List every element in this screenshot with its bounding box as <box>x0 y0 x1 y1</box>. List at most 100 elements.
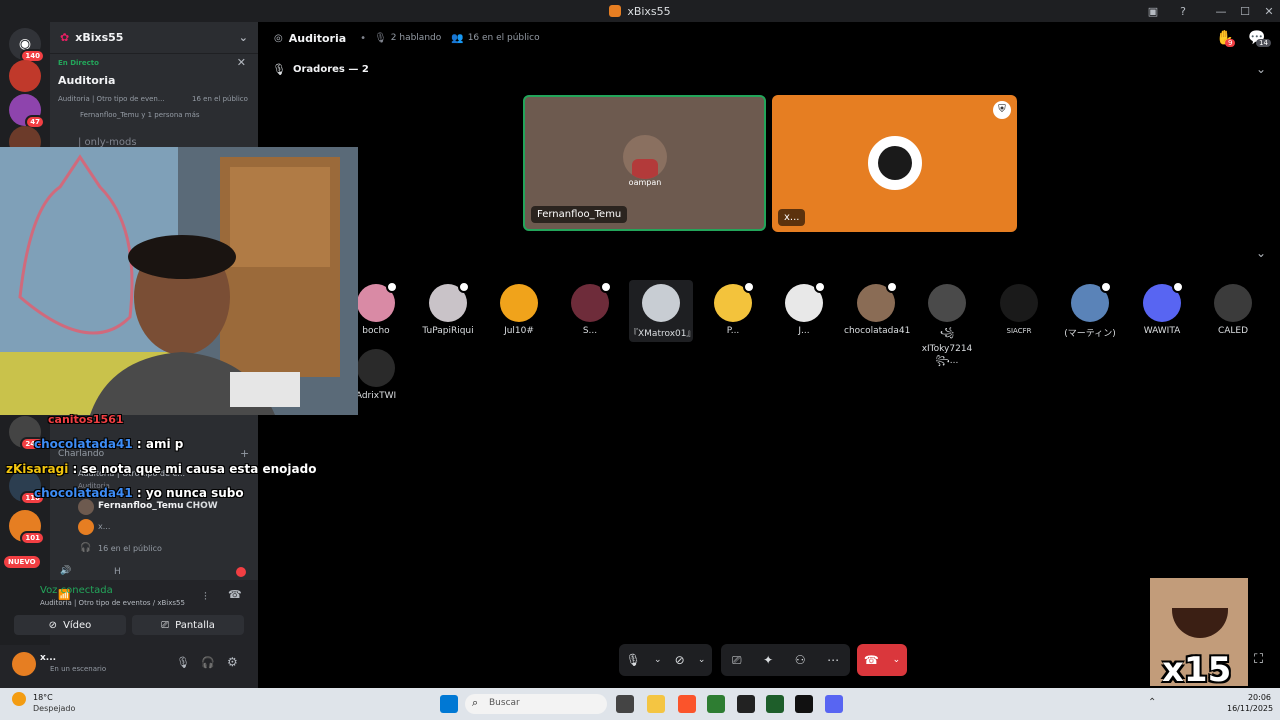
audience-member[interactable]: J... <box>772 281 836 336</box>
avatar <box>928 284 966 322</box>
audience-name: CALED <box>1217 326 1249 336</box>
server-icon[interactable] <box>9 60 41 92</box>
audience-member[interactable]: TuPapiRiqui <box>416 281 480 336</box>
gear-icon[interactable]: ⚙ <box>227 655 238 669</box>
moderator-icon <box>1172 281 1184 293</box>
live-event-card[interactable]: En Directo ✕ Auditoria Auditoria | Otro … <box>52 54 256 126</box>
audience-member[interactable]: (マーティン) <box>1058 281 1122 339</box>
moderator-icon <box>743 281 755 293</box>
file-explorer-icon[interactable] <box>647 695 665 713</box>
maximize-button[interactable]: ☐ <box>1232 0 1258 22</box>
invite-icon[interactable]: ⚇ <box>795 653 806 667</box>
stage-channel-name: Auditoria <box>288 31 347 45</box>
obs-icon[interactable] <box>737 695 755 713</box>
camera-off-icon[interactable]: ⊘ <box>675 653 685 667</box>
speakers-header: Oradores — 2 <box>293 64 369 75</box>
audience-name: S... <box>582 326 598 336</box>
headphones-icon: 🎧 <box>80 543 92 553</box>
audience-member[interactable]: P... <box>701 281 765 336</box>
audience-member[interactable]: chocolatada41 <box>844 281 910 336</box>
notification-badge: 14 <box>1256 39 1271 47</box>
voice-user-name[interactable]: x... <box>98 522 110 531</box>
avatar <box>642 284 680 322</box>
audience-name: 『XMatrox01』 <box>629 329 696 339</box>
chevron-down-icon[interactable]: ⌄ <box>654 655 662 665</box>
camera-off-icon: ⊘ <box>48 619 58 631</box>
server-boost-icon: ✿ <box>60 31 70 44</box>
activity-icon[interactable]: ✦ <box>763 653 773 667</box>
notification-badge: 101 <box>20 531 45 545</box>
windows-start-icon[interactable] <box>440 695 458 713</box>
audience-member[interactable]: SIACFR <box>987 284 1051 336</box>
xbox-icon[interactable] <box>766 695 784 713</box>
audience-member[interactable]: ꧁xIToky7214꧂... <box>915 284 979 372</box>
help-icon[interactable]: ? <box>1170 0 1196 22</box>
audience-member[interactable]: Jul10# <box>487 284 551 336</box>
microphone-icon[interactable]: 🎙 <box>626 653 641 667</box>
chat-user: chocolatada41 <box>34 486 133 500</box>
audience-member[interactable]: WAWITA <box>1130 281 1194 336</box>
headphones-icon[interactable]: 🎧 <box>201 656 215 669</box>
chevron-down-icon[interactable]: ⌄ <box>698 655 706 665</box>
server-icon[interactable]: 101 <box>9 510 45 545</box>
chevron-up-icon[interactable]: ⌃ <box>1148 697 1156 708</box>
clock-date[interactable]: 16/11/2025 <box>1227 704 1273 713</box>
disconnect-icon[interactable]: ☎ <box>228 588 242 601</box>
discord-home-icon[interactable]: ◉ 140 <box>9 28 45 63</box>
search-box[interactable] <box>465 694 607 714</box>
voice-detail[interactable]: Auditoria | Otro tipo de eventos / xBixs… <box>40 599 185 607</box>
avatar[interactable] <box>12 652 36 676</box>
close-icon[interactable]: ✕ <box>237 56 246 69</box>
noise-suppression-icon[interactable]: ⫶ <box>204 590 207 604</box>
microphone-icon[interactable]: 🎙 <box>176 656 190 669</box>
more-options-icon[interactable]: ⋯ <box>827 653 839 667</box>
audience-name: SIACFR <box>1006 327 1032 335</box>
app-avatar-icon <box>609 5 622 17</box>
window-title: xBixs55 <box>627 4 671 18</box>
audience-member[interactable]: S... <box>558 281 622 336</box>
leave-stage-button[interactable]: ☎ ⌄ <box>857 644 907 676</box>
speaker-tile[interactable]: ⛨ x... <box>772 95 1017 232</box>
channel-row[interactable]: H <box>114 567 121 577</box>
weather-icon[interactable] <box>12 692 26 706</box>
video-button-label: Vídeo <box>63 619 92 631</box>
chat-text: : yo nunca subo <box>132 486 244 500</box>
video-button[interactable]: ⊘ Vídeo <box>14 615 126 635</box>
clock-time[interactable]: 20:06 <box>1247 693 1271 702</box>
server-header[interactable]: ✿ xBixs55 ⌄ <box>50 22 258 54</box>
user-name: x... <box>40 653 57 663</box>
brave-browser-icon[interactable] <box>678 695 696 713</box>
chevron-down-icon[interactable]: ⌄ <box>1256 246 1266 260</box>
chevron-down-icon[interactable]: ⌄ <box>1256 62 1266 76</box>
avatar <box>785 281 826 322</box>
chat-message: zKisaragi : se nota que mi causa esta en… <box>6 462 316 476</box>
add-channel-icon[interactable]: + <box>240 447 249 460</box>
avatar <box>357 281 398 322</box>
close-window-button[interactable]: ✕ <box>1256 0 1280 22</box>
reaction-overlay: x15 <box>1150 578 1248 686</box>
avatar <box>1000 284 1038 322</box>
screen-share-button[interactable]: ⎚ Pantalla <box>132 615 244 635</box>
search-placeholder: Buscar <box>489 698 520 708</box>
speaker-name: x... <box>778 209 806 226</box>
nvidia-icon[interactable] <box>795 695 813 713</box>
audience-member[interactable]: 『XMatrox01』 <box>629 280 696 342</box>
audience-name: AdrixTWI <box>355 391 397 401</box>
inbox-icon[interactable]: ▣ <box>1140 0 1166 22</box>
screen-share-icon[interactable]: ⎚ <box>732 653 742 668</box>
screen-share-label: Pantalla <box>175 619 215 631</box>
fullscreen-icon[interactable]: ⛶ <box>1254 652 1263 667</box>
microphone-icon: 🎙 <box>374 32 387 44</box>
moderator-icon <box>814 281 826 293</box>
server-icon[interactable]: 47 <box>9 94 45 129</box>
avatar <box>571 281 612 322</box>
voice-user-name[interactable]: Fernanfloo_Temu <box>98 501 184 511</box>
minimize-button[interactable]: — <box>1208 0 1234 22</box>
reaction-multiplier: x15 <box>1162 650 1232 686</box>
speaker-tile[interactable]: oampan Fernanfloo_Temu <box>523 95 766 231</box>
task-view-icon[interactable] <box>616 695 634 713</box>
server-name: xBixs55 <box>75 31 124 44</box>
spreadsheet-app-icon[interactable] <box>707 695 725 713</box>
audience-member[interactable]: CALED <box>1201 284 1265 336</box>
discord-icon[interactable] <box>825 695 843 713</box>
